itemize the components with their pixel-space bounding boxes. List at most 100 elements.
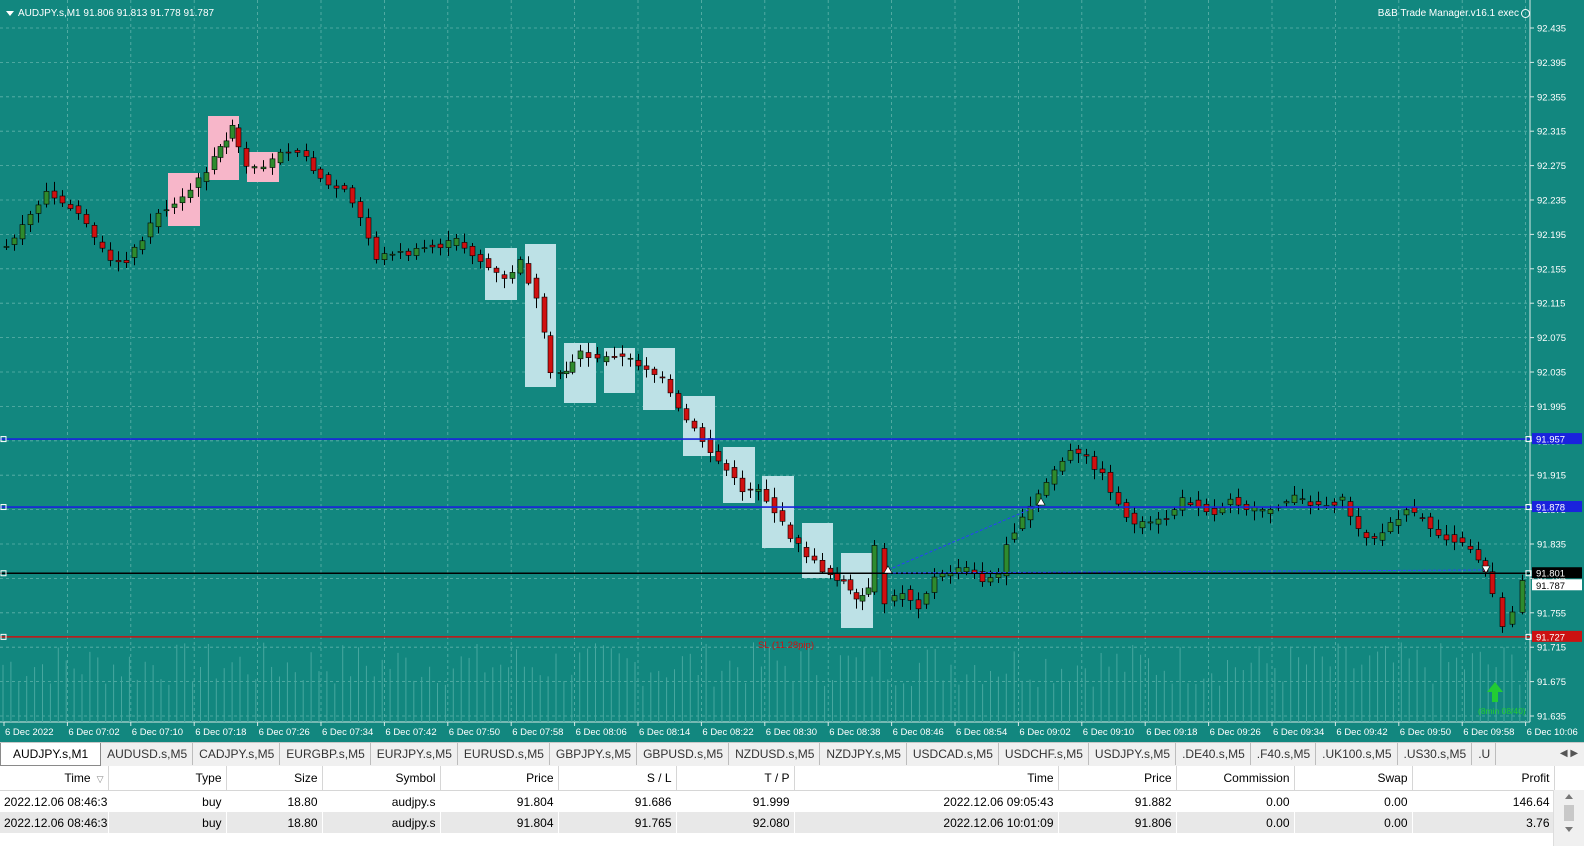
candle-body [841, 579, 847, 582]
candle-body [429, 244, 436, 248]
tab-gbpjpy-s-m5[interactable]: GBPJPY.s,M5 [550, 743, 638, 765]
y-axis-label: 91.755 [1537, 608, 1566, 619]
tab-usdchf-s-m5[interactable]: USDCHF.s,M5 [999, 743, 1089, 765]
candle-body [923, 593, 930, 605]
tab-de40-s-m5[interactable]: .DE40.s,M5 [1176, 743, 1251, 765]
candle-body [1371, 536, 1378, 539]
tab-scroll-arrows-icon[interactable]: ◀ ▶ [1554, 743, 1584, 765]
column-header-tp[interactable]: T / P [676, 766, 795, 791]
table-header: Time ▽ Type Size Symbol Price S / L T / P Time Pr… [0, 766, 1555, 791]
tab-f40-s-m5[interactable]: .F40.s,M5 [1251, 743, 1317, 765]
expert-advisor-label[interactable]: B&B Trade Manager.v16.1 exec [1378, 8, 1530, 19]
candle-body [1395, 519, 1402, 526]
candle-body [547, 335, 554, 374]
candle-body [277, 151, 284, 164]
x-axis-label: 6 Dec 07:02 [68, 727, 119, 738]
chart-canvas[interactable]: 92.435 92.395 92.355 92.315 92.275 92.235 92.1… [0, 0, 1584, 742]
candle-body [389, 253, 396, 256]
vertical-scrollbar[interactable] [1553, 790, 1584, 846]
tab-us30-s-m5[interactable]: .US30.s,M5 [1398, 743, 1473, 765]
tab-u[interactable]: .U [1472, 743, 1497, 765]
column-header-profit[interactable]: Profit [1412, 766, 1555, 791]
candle-body [691, 420, 698, 429]
chart-title: AUDJPY.s,M1 91.806 91.813 91.778 91.787 [6, 8, 214, 19]
candle-body [1019, 516, 1026, 530]
x-axis-label: 6 Dec 08:54 [956, 727, 1007, 738]
candle-body [437, 243, 444, 249]
column-header-type[interactable]: Type [108, 766, 227, 791]
scroll-down-icon[interactable] [1565, 827, 1573, 832]
candle-body [179, 196, 186, 204]
candle-body [171, 203, 178, 208]
candle-body [211, 156, 218, 170]
candle-body [715, 451, 722, 462]
table-cell: 91.686 [558, 790, 676, 812]
candle-body [11, 237, 18, 245]
current-price-price-label: 91.787 [1536, 581, 1565, 592]
table-row[interactable]: 2022.12.06 08:46:36 buy 18.80 audjpy.s 91.80… [0, 790, 1554, 812]
column-header-swap[interactable]: Swap [1294, 766, 1413, 791]
column-header-price[interactable]: Price [1058, 766, 1177, 791]
tab-eurusd-s-m5[interactable]: EURUSD.s,M5 [458, 743, 550, 765]
y-axis-label: 91.915 [1537, 471, 1566, 482]
candle-body [325, 174, 332, 186]
column-header-symbol[interactable]: Symbol [322, 766, 441, 791]
candle-body [1219, 507, 1226, 514]
candle-body [1139, 521, 1146, 529]
column-label: Time [64, 771, 91, 785]
table-row[interactable]: 2022.12.06 08:46:36 buy 18.80 audjpy.s 91.80… [0, 812, 1554, 833]
candle-body [1419, 517, 1426, 519]
candle-body [453, 238, 460, 246]
candle-body [1083, 454, 1090, 457]
column-header-price[interactable]: Price [440, 766, 559, 791]
column-label: S / L [646, 771, 672, 785]
candle-body [1451, 534, 1458, 543]
candle-body [847, 579, 854, 591]
column-header-commission[interactable]: Commission [1176, 766, 1295, 791]
x-axis-label: 6 Dec 07:42 [385, 727, 436, 738]
column-header-time[interactable]: Time ▽ [0, 766, 109, 791]
candle-body [1003, 544, 1010, 577]
tab-usdcad-s-m5[interactable]: USDCAD.s,M5 [907, 743, 999, 765]
candle-body [1403, 509, 1410, 516]
tab-eurgbp-s-m5[interactable]: EURGBP.s,M5 [280, 743, 371, 765]
x-axis-label: 6 Dec 08:22 [702, 727, 753, 738]
candle-body [723, 463, 730, 471]
tab-cadjpy-s-m5[interactable]: CADJPY.s,M5 [193, 743, 281, 765]
column-header-sl[interactable]: S / L [558, 766, 677, 791]
candle-body [1475, 549, 1482, 561]
candle-body [91, 225, 98, 238]
candle-body [1299, 498, 1306, 501]
y-axis-label: 92.075 [1537, 333, 1566, 344]
candle-body [1411, 507, 1418, 513]
x-axis-label: 6 Dec 09:18 [1146, 727, 1197, 738]
candle-body [115, 260, 122, 263]
scroll-up-icon[interactable] [1565, 794, 1573, 799]
tab-nzdusd-s-m5[interactable]: NZDUSD.s,M5 [729, 743, 821, 765]
price-chart[interactable]: 92.435 92.395 92.355 92.315 92.275 92.235 92.1… [0, 0, 1584, 742]
candle-body [819, 560, 826, 573]
column-header-size[interactable]: Size [226, 766, 323, 791]
table-cell: 0.00 [1294, 812, 1412, 833]
candle-body [405, 250, 412, 256]
candle-body [525, 263, 532, 284]
scroll-thumb[interactable] [1564, 805, 1574, 821]
tab-gbpusd-s-m5[interactable]: GBPUSD.s,M5 [637, 743, 730, 765]
x-axis-label: 6 Dec 2022 [5, 727, 54, 738]
tab-eurjpy-s-m5[interactable]: EURJPY.s,M5 [371, 743, 458, 765]
candle-body [469, 246, 476, 257]
tab-audusd-s-m5[interactable]: AUDUSD.s,M5 [101, 743, 194, 765]
tab-nzdjpy-s-m5[interactable]: NZDJPY.s,M5 [820, 743, 907, 765]
candle-body [915, 599, 922, 610]
candle-body [461, 242, 468, 249]
column-header-time[interactable]: Time [794, 766, 1059, 791]
tab-audjpy-s-m1[interactable]: AUDJPY.s,M1 [0, 743, 102, 766]
candle-body [294, 150, 301, 153]
tab-usdjpy-s-m5[interactable]: USDJPY.s,M5 [1089, 743, 1177, 765]
x-axis-label: 6 Dec 09:02 [1019, 727, 1070, 738]
candle-body [1051, 469, 1058, 485]
candle-body [931, 576, 938, 593]
y-axis-label: 92.395 [1537, 58, 1566, 69]
tab-uk100-s-m5[interactable]: .UK100.s,M5 [1316, 743, 1398, 765]
candle-body [1059, 460, 1066, 472]
